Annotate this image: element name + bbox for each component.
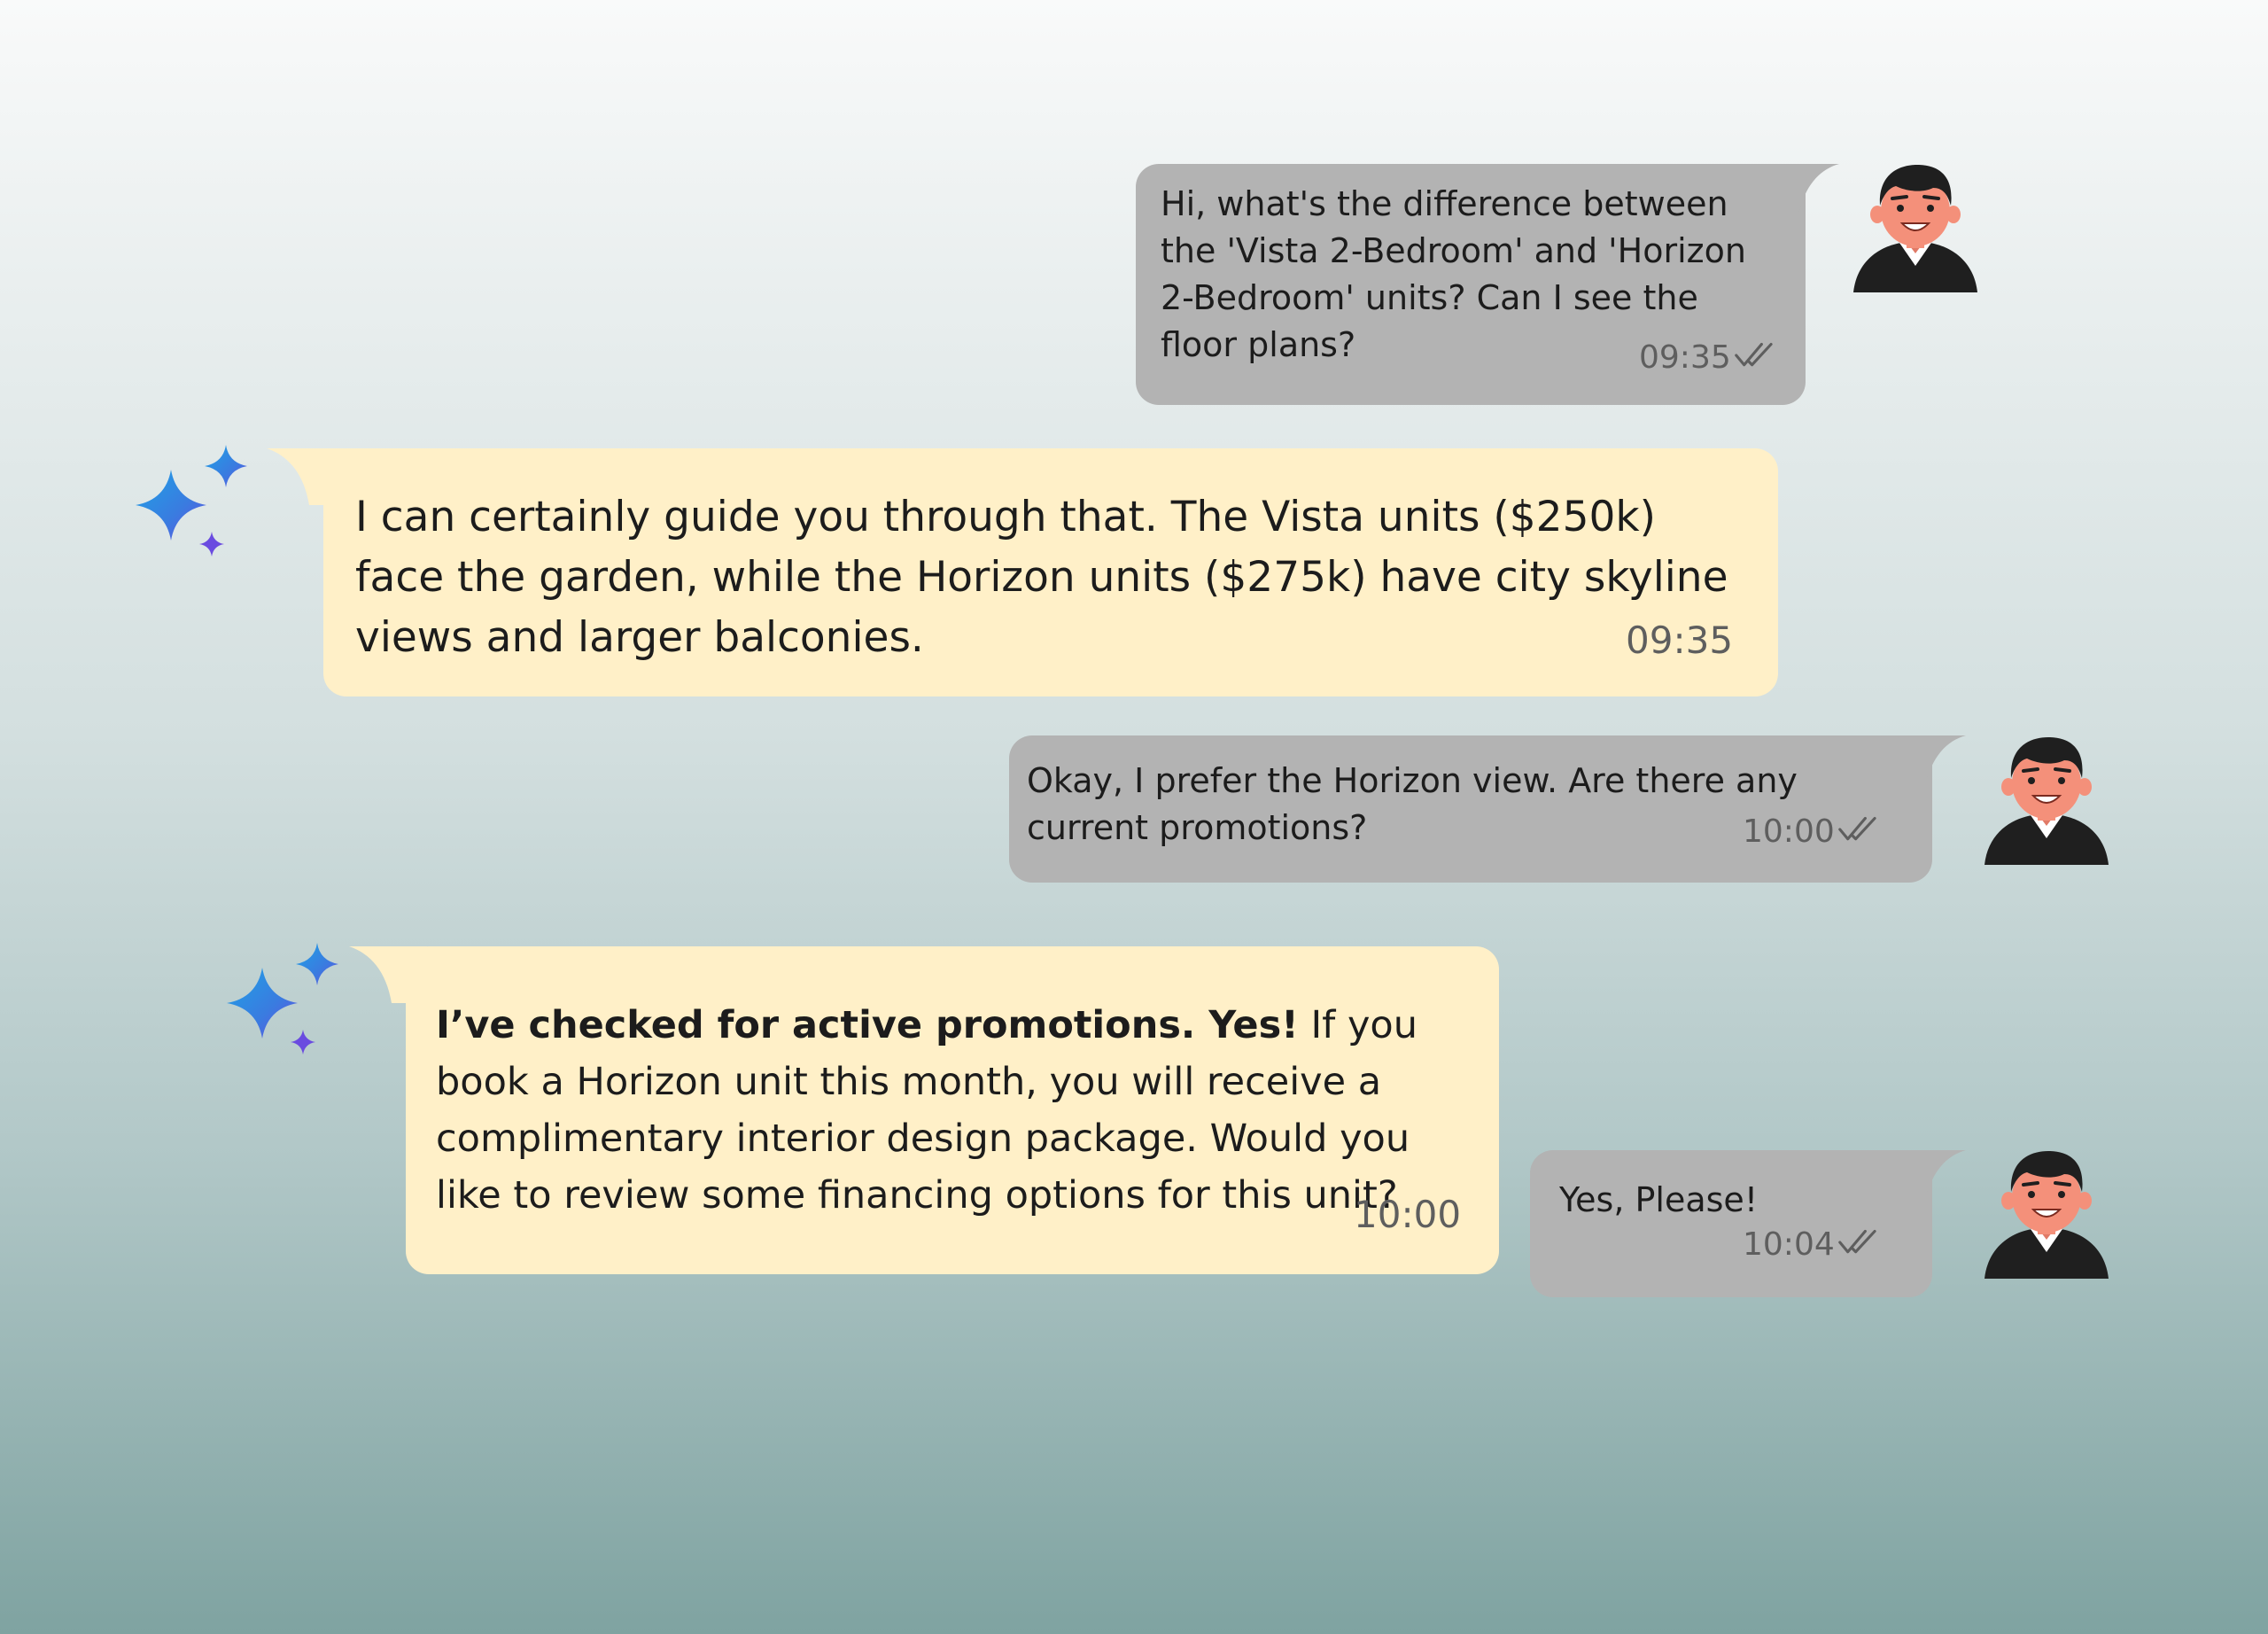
- message-timestamp: 10:00: [1743, 813, 1835, 850]
- message-timestamp: 10:04: [1743, 1226, 1835, 1263]
- sparkle-icon: [127, 443, 277, 576]
- bubble-tail: [349, 946, 427, 1003]
- user-message-bubble: Okay, I prefer the Horizon view. Are the…: [1009, 735, 1966, 883]
- user-avatar-icon: [1984, 734, 2109, 867]
- message-text: I’ve checked for active promotions. Yes!…: [436, 997, 1419, 1224]
- user-avatar-icon: [1984, 1148, 2109, 1280]
- message-text: Okay, I prefer the Horizon view. Are the…: [1027, 761, 1798, 847]
- double-check-icon: [1735, 341, 1779, 370]
- assistant-message-bubble: I can certainly guide you through that. …: [267, 448, 1778, 696]
- user-message-bubble: Hi, what's the difference between the 'V…: [1136, 164, 1839, 405]
- message-timestamp: 09:35: [1626, 619, 1734, 662]
- bubble-tail: [1888, 735, 1966, 785]
- message-timestamp: 09:35: [1639, 339, 1731, 376]
- assistant-message-bubble: I’ve checked for active promotions. Yes!…: [349, 946, 1499, 1274]
- message-timestamp: 10:00: [1354, 1193, 1462, 1236]
- user-message-bubble: Yes, Please! 10:04: [1530, 1150, 1966, 1297]
- message-text: I can certainly guide you through that. …: [355, 493, 1728, 662]
- double-check-icon: [1838, 1228, 1883, 1257]
- message-text: Yes, Please!: [1559, 1180, 1759, 1219]
- message-bold-text: I’ve checked for active promotions. Yes!: [436, 1003, 1299, 1047]
- bubble-tail: [267, 448, 345, 505]
- user-avatar-icon: [1853, 161, 1977, 294]
- double-check-icon: [1838, 815, 1883, 844]
- sparkle-icon: [218, 941, 369, 1074]
- bubble-tail: [1888, 1150, 1966, 1200]
